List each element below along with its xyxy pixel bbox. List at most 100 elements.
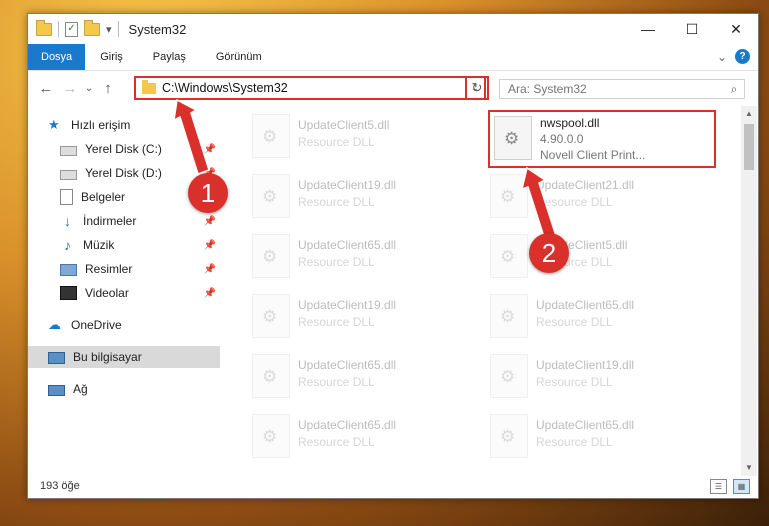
- file-item[interactable]: UpdateClient19.dll Resource DLL: [490, 354, 720, 410]
- sidebar-item-quick-access[interactable]: ★ Hızlı erişim: [28, 114, 220, 136]
- file-type: Resource DLL: [536, 315, 613, 329]
- file-version: 4.90.0.0: [540, 132, 584, 146]
- search-icon[interactable]: ⌕: [724, 82, 744, 97]
- search-input[interactable]: [500, 81, 724, 97]
- dll-file-icon: [490, 354, 528, 398]
- sidebar-item-this-pc[interactable]: Bu bilgisayar: [28, 346, 220, 368]
- folder-icon: [142, 79, 156, 94]
- file-type: Resource DLL: [298, 195, 375, 209]
- status-bar: 193 öğe ☰ ▦: [28, 474, 758, 498]
- sidebar-item-pictures[interactable]: Resimler 📌: [28, 258, 220, 280]
- file-item[interactable]: UpdateClient5.dllResource DLL: [490, 234, 720, 290]
- dll-file-icon: [252, 174, 290, 218]
- properties-icon[interactable]: ✓: [65, 21, 78, 37]
- sidebar-item-label: Bu bilgisayar: [73, 350, 142, 364]
- new-folder-icon[interactable]: [84, 19, 100, 36]
- help-icon[interactable]: ?: [735, 49, 750, 64]
- pin-icon[interactable]: 📌: [204, 240, 216, 251]
- file-item[interactable]: UpdateClient21.dll Resource DLL: [490, 174, 720, 230]
- toolbar-divider: [58, 21, 59, 37]
- title-bar: ✓ ▾ System32 — ☐ ✕: [28, 14, 758, 44]
- address-path[interactable]: C:\Windows\System32: [162, 81, 466, 95]
- file-type: Resource DLL: [536, 435, 613, 449]
- up-button[interactable]: ↑: [96, 80, 120, 97]
- drive-icon: [60, 169, 77, 180]
- customize-toolbar-icon[interactable]: ▾: [106, 23, 112, 36]
- music-icon: ♪: [64, 237, 71, 253]
- sidebar-item-music[interactable]: ♪ Müzik 📌: [28, 234, 220, 256]
- address-row: ← → ⌄ ↑ C:\Windows\System32 ⌄ ↻ ⌕: [28, 71, 758, 105]
- sidebar-item-label: Belgeler: [81, 190, 126, 204]
- pictures-icon: [60, 264, 77, 276]
- item-count: 193 öğe: [40, 480, 80, 492]
- search-box[interactable]: ⌕: [499, 79, 745, 99]
- details-view-icon[interactable]: ☰: [710, 478, 727, 494]
- forward-button[interactable]: →: [58, 80, 82, 97]
- file-name: UpdateClient5.dll: [298, 118, 390, 132]
- minimize-button[interactable]: —: [626, 14, 670, 44]
- tab-dosya[interactable]: Dosya: [28, 44, 86, 70]
- maximize-button[interactable]: ☐: [670, 14, 714, 44]
- file-item[interactable]: UpdateClient19.dll Resource DLL: [252, 294, 482, 350]
- pin-icon[interactable]: 📌: [204, 144, 216, 155]
- dll-file-icon: [490, 174, 528, 218]
- file-item[interactable]: UpdateClient65.dll Resource DLL: [252, 354, 482, 410]
- file-item[interactable]: UpdateClient19.dll Resource DLL: [252, 174, 482, 230]
- sidebar-item-label: Hızlı erişim: [71, 118, 131, 132]
- tiles-view-icon[interactable]: ▦: [733, 478, 750, 494]
- sidebar-item-videos[interactable]: Videolar 📌: [28, 282, 220, 304]
- file-name: UpdateClient65.dll: [298, 418, 397, 432]
- quick-access-toolbar: ✓ ▾: [28, 19, 119, 37]
- file-item-highlighted[interactable]: nwspool.dll 4.90.0.0 Novell Client Print…: [488, 110, 716, 168]
- window-title: System32: [128, 21, 187, 37]
- refresh-button[interactable]: ↻: [465, 76, 489, 100]
- pin-icon[interactable]: 📌: [204, 264, 216, 275]
- sidebar-item-disk-c[interactable]: Yerel Disk (C:) 📌: [28, 138, 220, 160]
- star-icon: ★: [48, 117, 60, 132]
- file-item[interactable]: UpdateClient5.dll Resource DLL: [252, 114, 482, 170]
- folder-icon: [36, 19, 52, 36]
- file-name: UpdateClient65.dll: [536, 418, 635, 432]
- file-type: Resource DLL: [298, 135, 375, 149]
- scrollbar-thumb[interactable]: [744, 124, 754, 170]
- file-type: Resource DLL: [536, 375, 613, 389]
- file-name: UpdateClient65.dll: [536, 298, 635, 312]
- sidebar-item-label: Yerel Disk (D:): [85, 166, 162, 180]
- tab-giris[interactable]: Giriş: [85, 44, 138, 70]
- download-icon: ↓: [64, 213, 71, 229]
- tab-paylas[interactable]: Paylaş: [138, 44, 201, 70]
- pin-icon[interactable]: 📌: [204, 288, 216, 299]
- dll-file-icon: [490, 414, 528, 458]
- file-item[interactable]: UpdateClient65.dll Resource DLL: [252, 414, 482, 470]
- sidebar-item-downloads[interactable]: ↓ İndirmeler 📌: [28, 210, 220, 232]
- sidebar-item-label: Müzik: [83, 238, 115, 252]
- sidebar-item-onedrive[interactable]: ☁ OneDrive: [28, 314, 220, 336]
- sidebar-item-network[interactable]: Ağ: [28, 378, 220, 400]
- address-bar[interactable]: C:\Windows\System32 ⌄: [134, 76, 486, 100]
- file-type: Resource DLL: [298, 255, 375, 269]
- dll-file-icon: [252, 114, 290, 158]
- file-item[interactable]: UpdateClient65.dll Resource DLL: [490, 414, 720, 470]
- recent-locations-button[interactable]: ⌄: [82, 83, 96, 94]
- view-switcher: ☰ ▦: [710, 478, 750, 494]
- video-icon: [60, 286, 77, 300]
- drive-icon: [60, 145, 77, 156]
- dll-file-icon: [494, 116, 532, 160]
- pin-icon[interactable]: 📌: [204, 216, 216, 227]
- file-item[interactable]: UpdateClient65.dll Resource DLL: [252, 234, 482, 290]
- tab-gorunum[interactable]: Görünüm: [201, 44, 277, 70]
- documents-icon: [60, 189, 73, 205]
- dll-file-icon: [252, 234, 290, 278]
- vertical-scrollbar[interactable]: ▲ ▼: [741, 106, 757, 476]
- callout-2-badge: 2: [529, 233, 569, 273]
- cloud-icon: ☁: [48, 317, 61, 332]
- sidebar-item-label: Videolar: [85, 286, 129, 300]
- file-item[interactable]: UpdateClient65.dll Resource DLL: [490, 294, 720, 350]
- expand-ribbon-icon[interactable]: ⌄: [717, 50, 727, 64]
- back-button[interactable]: ←: [34, 80, 58, 97]
- file-name: UpdateClient19.dll: [298, 178, 397, 192]
- close-button[interactable]: ✕: [714, 14, 758, 44]
- scroll-up-icon[interactable]: ▲: [741, 106, 757, 122]
- sidebar-item-label: Ağ: [73, 382, 88, 396]
- sidebar-item-label: OneDrive: [71, 318, 122, 332]
